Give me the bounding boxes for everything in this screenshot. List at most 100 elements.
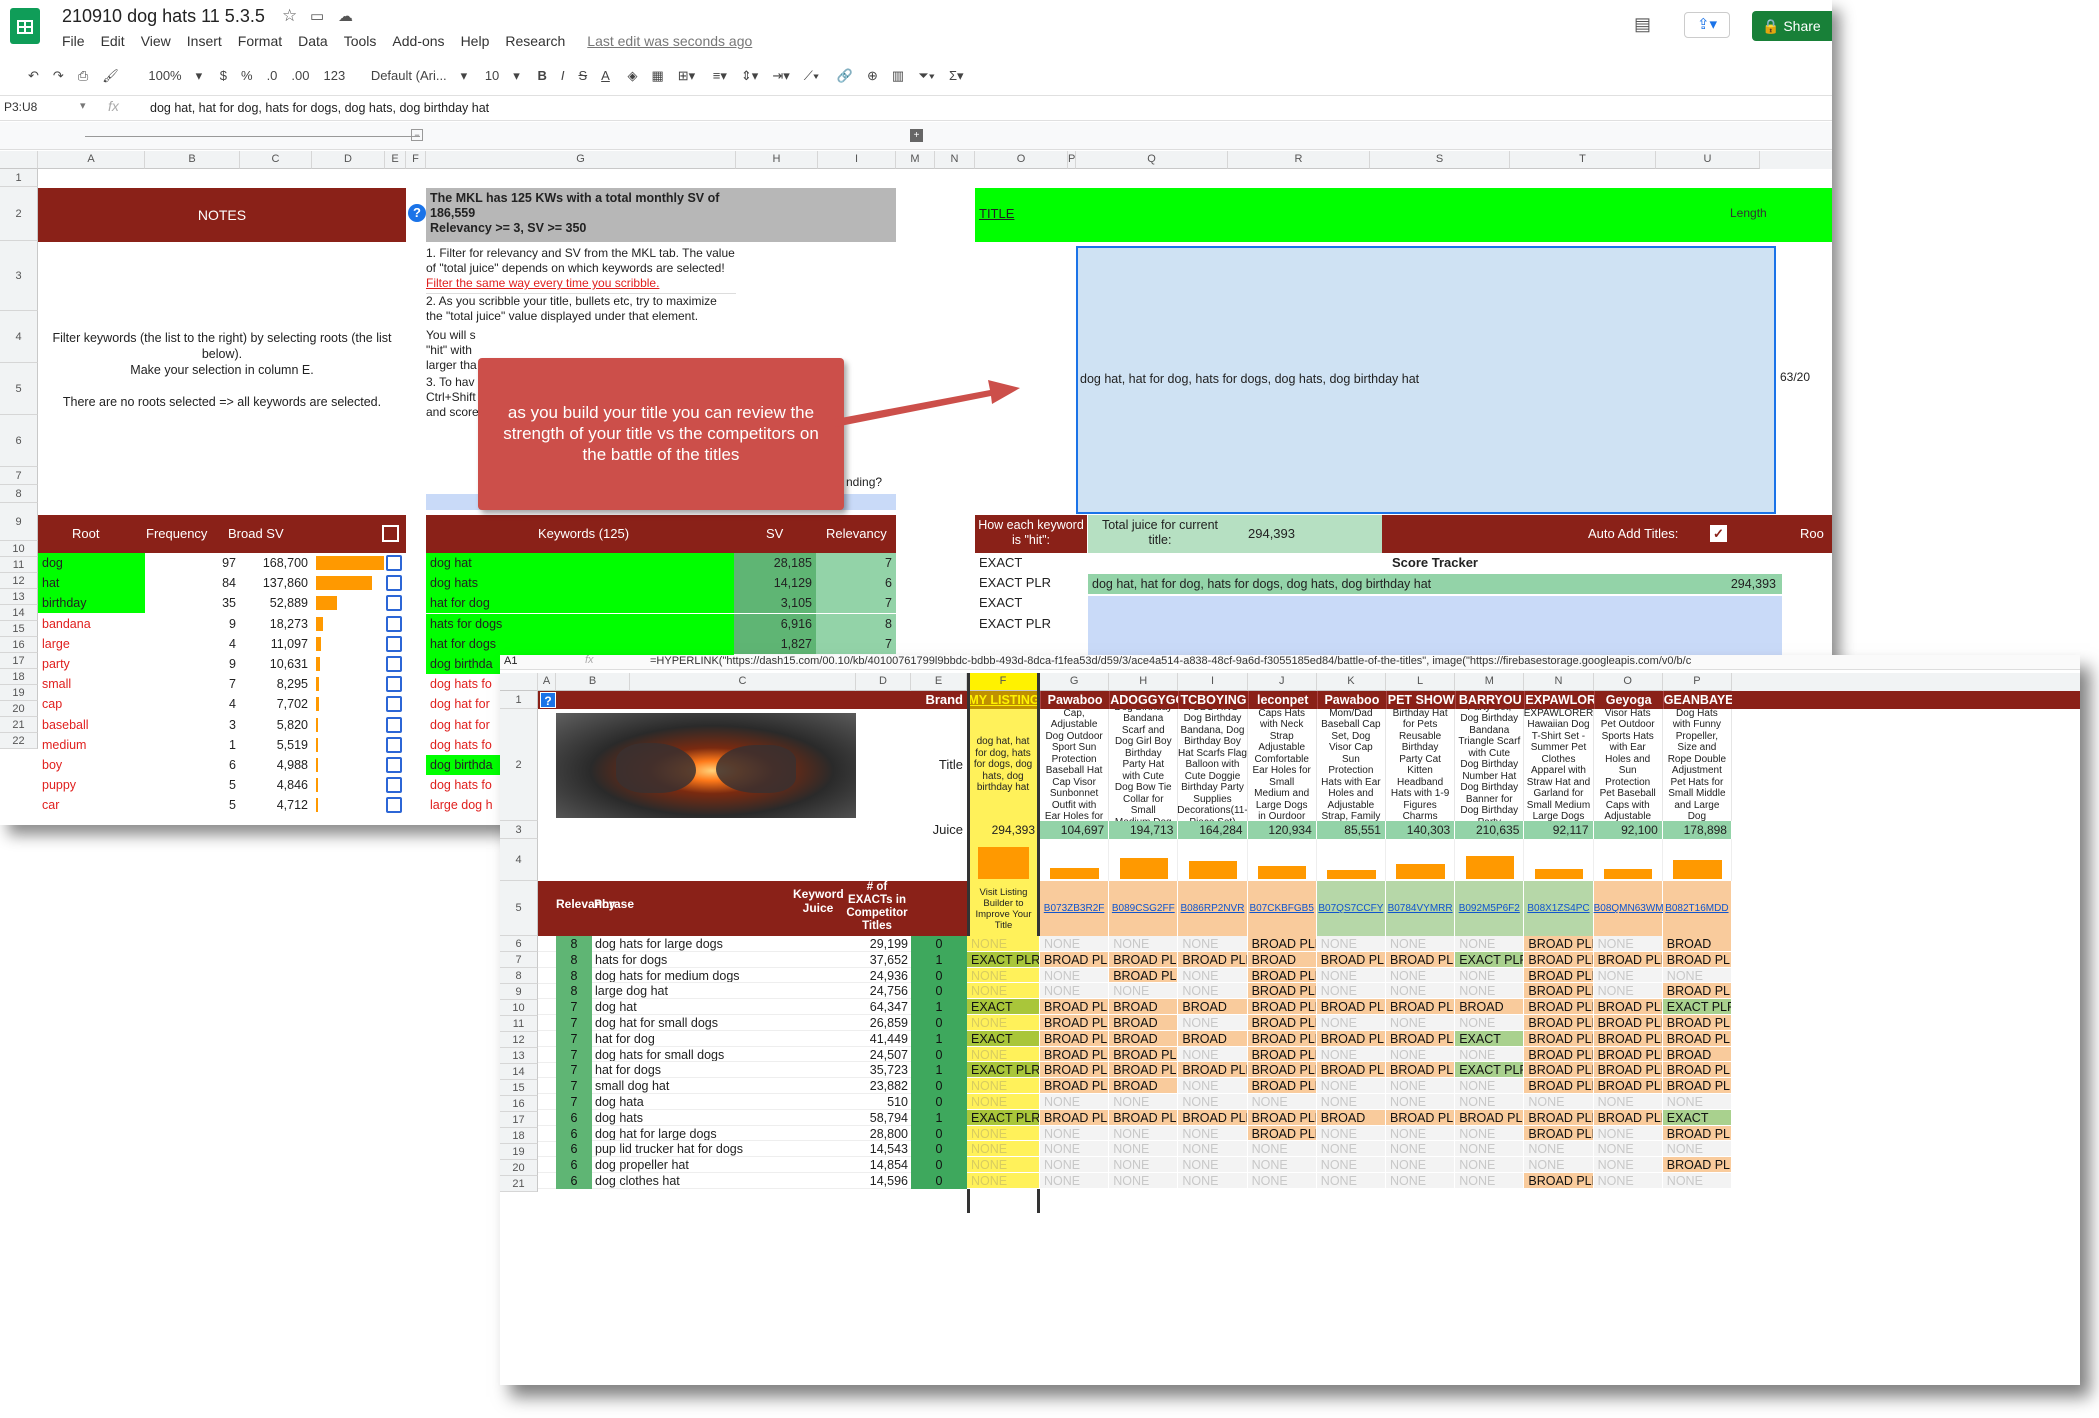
root-select-checkbox[interactable] [386, 696, 402, 713]
row-number-2[interactable]: 14 [500, 1064, 538, 1080]
help-icon[interactable]: ? [408, 204, 426, 222]
column-header-o[interactable]: O [1593, 673, 1663, 691]
root-select-checkbox[interactable] [386, 716, 402, 733]
font-size-select[interactable]: 10 [485, 68, 499, 83]
root-select-checkbox[interactable] [386, 615, 402, 632]
column-header-q[interactable]: Q [1076, 151, 1228, 169]
row-number-2[interactable]: 2 [500, 709, 538, 821]
row-number[interactable]: 5 [0, 363, 38, 415]
column-header-d[interactable]: D [856, 673, 911, 691]
competitor-asin-link[interactable]: B089CSG2FF [1109, 881, 1179, 936]
column-header-m[interactable]: M [896, 151, 935, 169]
column-header-l[interactable]: L [1386, 673, 1456, 691]
competitor-brand[interactable]: leconpet [1247, 691, 1317, 709]
row-number[interactable]: 15 [0, 621, 38, 637]
zoom-chevron-icon[interactable]: ▾ [196, 68, 203, 84]
zoom-select[interactable]: 100% [148, 68, 181, 83]
competitor-asin-link[interactable]: B092M5P6F2 [1455, 881, 1525, 936]
star-icon[interactable]: ☆ [282, 6, 297, 26]
fill-color-icon[interactable]: ◈ [627, 68, 637, 84]
present-button[interactable]: ⇪▾ [1684, 12, 1730, 38]
decrease-decimal-button[interactable]: .0 [267, 68, 278, 83]
row-number-2[interactable]: 15 [500, 1080, 538, 1096]
column-header-h[interactable]: H [736, 151, 818, 169]
corner-cell-2[interactable] [500, 673, 538, 691]
insert-chart-icon[interactable]: ▥ [892, 68, 904, 84]
row-number-2[interactable]: 18 [500, 1128, 538, 1144]
strikethrough-icon[interactable]: S [578, 68, 587, 83]
column-header-a[interactable]: A [38, 151, 145, 169]
row-number[interactable]: 1 [0, 169, 38, 187]
borders-icon[interactable]: ▦ [651, 68, 663, 84]
print-icon[interactable]: ⎙ [78, 68, 88, 84]
merge-cells-icon[interactable]: ⊞▾ [678, 68, 695, 84]
instruction-1-link[interactable]: Filter the same way every time you scrib… [426, 276, 736, 291]
row-number-2[interactable]: 9 [500, 984, 538, 1000]
competitor-asin-link[interactable]: B08X1ZS4PC [1524, 881, 1594, 936]
expand-group-icon[interactable]: + [910, 129, 923, 142]
row-number-2[interactable]: 10 [500, 1000, 538, 1016]
column-header-r[interactable]: R [1228, 151, 1370, 169]
row-number-2[interactable]: 7 [500, 952, 538, 968]
row-number[interactable]: 12 [0, 573, 38, 589]
row-number-2[interactable]: 13 [500, 1048, 538, 1064]
column-header-k[interactable]: K [1316, 673, 1386, 691]
competitor-asin-link[interactable]: B07CKBFGB5 [1247, 881, 1317, 936]
help-icon-2[interactable]: ? [540, 692, 556, 708]
competitor-brand[interactable]: ADOGGYGO [1109, 691, 1179, 709]
column-header-e[interactable]: E [385, 151, 406, 169]
column-header-p[interactable]: P [1068, 151, 1076, 169]
row-number-2[interactable]: 20 [500, 1160, 538, 1176]
row-number-2[interactable]: 11 [500, 1016, 538, 1032]
row-number[interactable]: 11 [0, 557, 38, 573]
column-header-c[interactable]: C [240, 151, 312, 169]
root-select-checkbox[interactable] [386, 676, 402, 693]
menu-tools[interactable]: Tools [344, 33, 377, 49]
competitor-asin-link[interactable]: B086RP2NVR [1178, 881, 1248, 936]
name-box-2[interactable]: A1 [504, 655, 517, 667]
column-header-n[interactable]: N [935, 151, 975, 169]
column-header-o[interactable]: O [975, 151, 1068, 169]
cloud-status-icon[interactable]: ☁ [338, 7, 353, 25]
row-number[interactable]: 8 [0, 485, 38, 503]
row-number-2[interactable]: 3 [500, 821, 538, 839]
row-number[interactable]: 22 [0, 733, 38, 749]
functions-icon[interactable]: Σ▾ [949, 68, 964, 84]
auto-add-checkbox[interactable]: ✓ [1710, 525, 1727, 542]
row-number[interactable]: 19 [0, 685, 38, 701]
column-header-b[interactable]: B [556, 673, 630, 691]
column-header-h[interactable]: H [1109, 673, 1179, 691]
title-editor[interactable]: dog hat, hat for dog, hats for dogs, dog… [1076, 246, 1776, 514]
select-all-checkbox[interactable] [382, 525, 399, 542]
row-number[interactable]: 18 [0, 669, 38, 685]
competitor-asin-link[interactable]: B082T16MDD [1662, 881, 1732, 936]
name-box[interactable]: P3:U8 [0, 100, 88, 114]
column-header-e[interactable]: E [911, 673, 967, 691]
menu-addons[interactable]: Add-ons [392, 33, 444, 49]
column-header-c[interactable]: C [630, 673, 856, 691]
root-select-checkbox[interactable] [386, 595, 402, 612]
column-header-u[interactable]: U [1656, 151, 1760, 169]
competitor-brand[interactable]: Geyoga [1593, 691, 1663, 709]
column-header-j[interactable]: J [1247, 673, 1317, 691]
row-number[interactable]: 21 [0, 717, 38, 733]
competitor-brand[interactable]: Pawaboo [1040, 691, 1110, 709]
undo-icon[interactable]: ↶ [28, 68, 39, 84]
corner-cell[interactable] [0, 151, 38, 169]
share-button[interactable]: 🔒 Share [1752, 11, 1832, 41]
root-select-checkbox[interactable] [386, 575, 402, 592]
formula-input[interactable]: dog hat, hat for dog, hats for dogs, dog… [150, 101, 489, 115]
visit-listing-builder[interactable]: Visit Listing Builder to Improve Your Ti… [967, 881, 1040, 936]
row-number[interactable]: 9 [0, 503, 38, 541]
move-folder-icon[interactable]: ▭ [310, 7, 324, 25]
competitor-asin-link[interactable]: B08QMN63WM [1593, 881, 1664, 936]
row-number[interactable]: 16 [0, 637, 38, 653]
competitor-brand[interactable]: Pawaboo [1316, 691, 1386, 709]
column-header-f[interactable]: F [967, 673, 1040, 691]
paint-format-icon[interactable]: 🖌 [102, 68, 119, 84]
row-number-2[interactable]: 16 [500, 1096, 538, 1112]
competitor-brand[interactable]: PET SHOW [1386, 691, 1456, 709]
row-number-2[interactable]: 8 [500, 968, 538, 984]
competitor-brand[interactable]: TCBOYING [1178, 691, 1248, 709]
row-number[interactable]: 2 [0, 187, 38, 241]
